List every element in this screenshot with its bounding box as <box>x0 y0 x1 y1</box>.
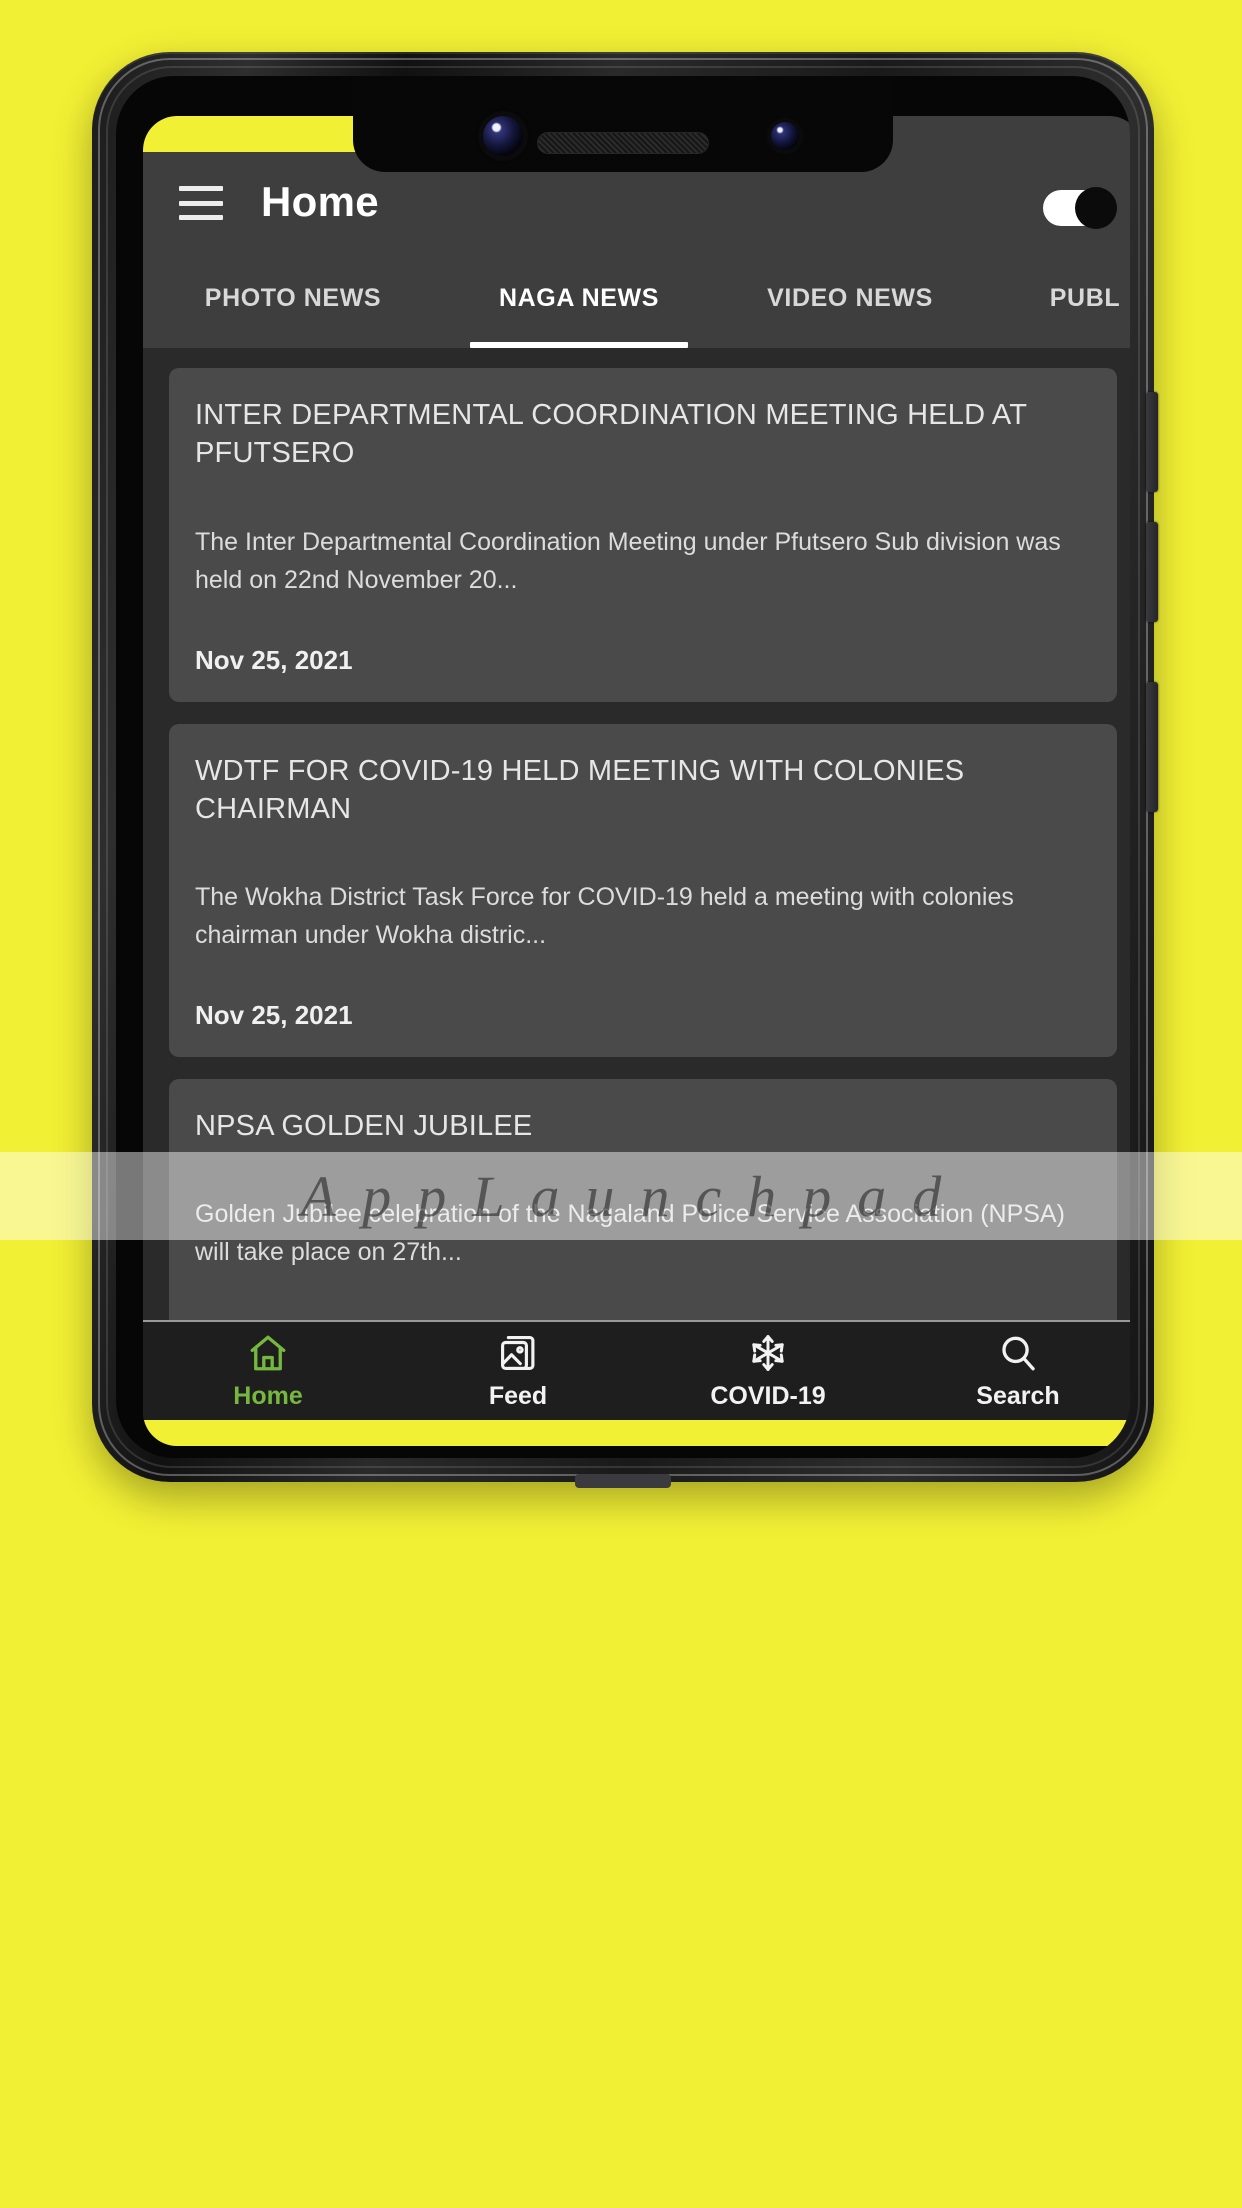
volume-up-button[interactable] <box>1146 392 1158 492</box>
news-title: WDTF FOR COVID-19 HELD MEETING WITH COLO… <box>195 754 965 825</box>
page-title: Home <box>261 178 379 225</box>
tab-label: PHOTO NEWS <box>204 284 382 312</box>
front-camera-main-icon <box>483 116 523 156</box>
news-card[interactable]: WDTF FOR COVID-19 HELD MEETING WITH COLO… <box>169 723 1117 1058</box>
nav-label: Home <box>233 1381 303 1410</box>
news-summary: Golden Jubilee celebration of the Nagala… <box>195 1200 1065 1267</box>
search-icon <box>1002 1336 1035 1370</box>
news-summary: The Wokha District Task Force for COVID-… <box>195 883 1014 950</box>
nav-label: Feed <box>488 1381 548 1410</box>
news-summary: The Inter Departmental Coordination Meet… <box>195 527 1061 594</box>
nav-item-home[interactable]: Home <box>143 1332 393 1411</box>
nav-item-feed[interactable]: Feed <box>393 1332 643 1411</box>
home-icon <box>250 1335 286 1370</box>
news-feed-scroll-area[interactable]: INTER DEPARTMENTAL COORDINATION MEETING … <box>143 348 1130 1320</box>
tab-strip: PHOTO NEWS NAGA NEWS VIDEO NEWS PUBL <box>143 262 1130 348</box>
nav-label: COVID-19 <box>710 1381 826 1410</box>
nav-item-search[interactable]: Search <box>893 1332 1130 1411</box>
volume-down-button[interactable] <box>1146 522 1158 622</box>
front-camera-secondary-icon <box>771 122 799 150</box>
tab-naga-news[interactable]: NAGA NEWS <box>443 262 715 348</box>
earpiece-speaker-icon <box>537 132 709 154</box>
tab-photo-news[interactable]: PHOTO NEWS <box>143 262 443 348</box>
news-date: Nov 25, 2021 <box>195 1000 353 1031</box>
news-title: NPSA GOLDEN JUBILEE <box>195 1110 533 1143</box>
news-card[interactable]: NPSA GOLDEN JUBILEE Golden Jubilee celeb… <box>169 1079 1117 1320</box>
nav-item-covid19[interactable]: COVID-19 <box>643 1332 893 1411</box>
virus-icon <box>752 1334 784 1371</box>
dark-mode-toggle[interactable] <box>1043 187 1117 229</box>
tab-bar[interactable]: PHOTO NEWS NAGA NEWS VIDEO NEWS PUBL <box>143 262 1130 348</box>
tab-label: PUBL <box>1049 284 1121 312</box>
power-button[interactable] <box>1146 682 1158 812</box>
tab-label: NAGA NEWS <box>498 284 660 312</box>
news-date: Nov 25, 2021 <box>195 644 353 675</box>
phone-bottom-port <box>575 1474 671 1488</box>
news-title: INTER DEPARTMENTAL COORDINATION MEETING … <box>195 399 1027 470</box>
phone-frame: Home PHOTO NEWS NAGA NEWS VIDEO NEWS PUB… <box>92 52 1158 1488</box>
image-icon <box>501 1335 535 1370</box>
phone-screen-glass: Home PHOTO NEWS NAGA NEWS VIDEO NEWS PUB… <box>116 76 1130 1458</box>
navigation-gesture-area <box>143 1420 1130 1446</box>
bottom-navigation-bar: Home Feed COVID-19 Search <box>143 1320 1130 1420</box>
phone-notch <box>353 76 893 172</box>
app-screen: Home PHOTO NEWS NAGA NEWS VIDEO NEWS PUB… <box>143 116 1130 1446</box>
toggle-knob <box>1075 187 1117 229</box>
tab-video-news[interactable]: VIDEO NEWS <box>715 262 985 348</box>
tab-public-news[interactable]: PUBL <box>985 262 1130 348</box>
tab-label: VIDEO NEWS <box>767 284 933 312</box>
tab-active-indicator <box>470 342 688 348</box>
nav-label: Search <box>976 1381 1060 1410</box>
news-feed-list: INTER DEPARTMENTAL COORDINATION MEETING … <box>143 348 1130 1320</box>
news-card[interactable]: INTER DEPARTMENTAL COORDINATION MEETING … <box>169 368 1117 702</box>
hamburger-menu-icon[interactable] <box>179 186 223 220</box>
